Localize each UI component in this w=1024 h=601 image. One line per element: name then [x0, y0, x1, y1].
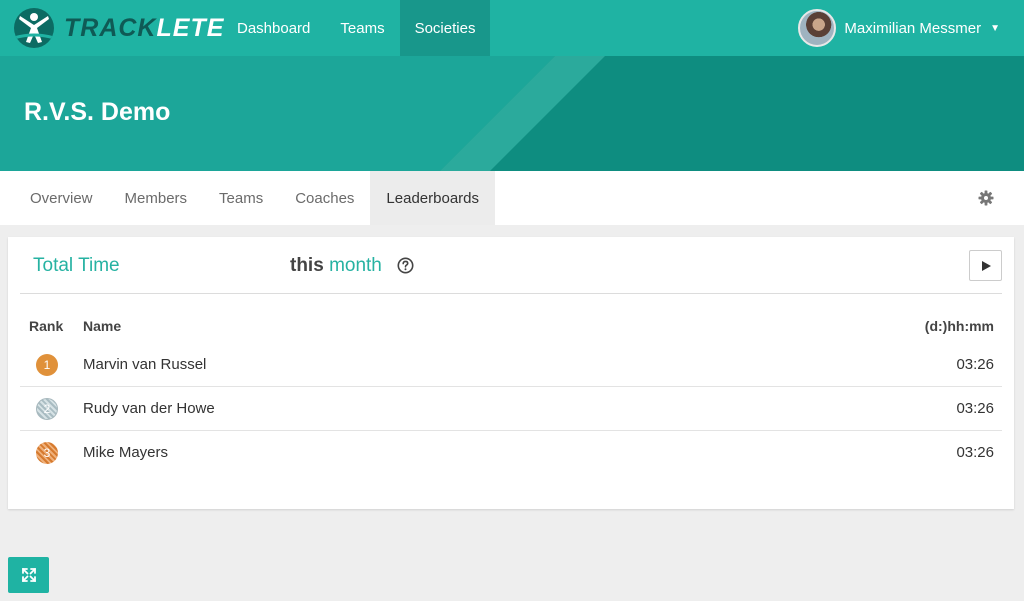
total-time: 03:26 — [956, 444, 994, 461]
logo-wordmark-part2: LETE — [156, 13, 225, 42]
gear-icon[interactable] — [978, 190, 994, 206]
society-tabs: Overview Members Teams Coaches Leaderboa… — [0, 171, 1024, 225]
play-icon — [981, 260, 991, 271]
column-header-name: Name — [83, 318, 122, 334]
rank-medal-gold: 1 — [36, 354, 58, 376]
logo-wordmark-part1: TRACK — [64, 13, 157, 42]
tab-members[interactable]: Members — [109, 171, 204, 225]
fullscreen-button[interactable] — [8, 557, 49, 593]
period-selector: this month — [290, 255, 382, 277]
avatar — [798, 9, 837, 47]
leaderboard-card: Total Time this month Rank Name (d:)hh:m… — [8, 237, 1014, 509]
column-header-time: (d:)hh:mm — [924, 318, 994, 334]
athlete-name[interactable]: Marvin van Russel — [83, 356, 206, 373]
tab-overview[interactable]: Overview — [0, 171, 109, 225]
play-button[interactable] — [969, 250, 1002, 281]
user-name: Maximilian Messmer — [844, 19, 982, 37]
society-banner: R.V.S. Demo — [0, 56, 1024, 171]
table-row: 3 Mike Mayers 03:26 — [20, 431, 1002, 475]
table-row: 1 Marvin van Russel 03:26 — [20, 343, 1002, 387]
athlete-name[interactable]: Rudy van der Howe — [83, 400, 215, 417]
question-circle-icon[interactable] — [397, 257, 414, 274]
nav-societies[interactable]: Societies — [399, 0, 491, 56]
nav-dashboard[interactable]: Dashboard — [222, 0, 325, 56]
total-time: 03:26 — [956, 356, 994, 373]
expand-icon — [21, 568, 36, 582]
logo-wordmark: TRACKLETE — [64, 14, 224, 43]
column-header-rank: Rank — [29, 318, 64, 334]
metric-selector[interactable]: Total Time — [33, 255, 120, 277]
main-nav: Dashboard Teams Societies — [222, 0, 491, 56]
user-menu[interactable]: Maximilian Messmer ▼ — [798, 0, 1000, 56]
tab-leaderboards[interactable]: Leaderboards — [370, 171, 495, 225]
logo-athlete-icon — [14, 8, 54, 48]
leaderboard-header: Total Time this month — [20, 237, 1002, 294]
app-logo[interactable]: TRACKLETE — [14, 8, 224, 48]
nav-teams[interactable]: Teams — [325, 0, 399, 56]
page-title: R.V.S. Demo — [24, 98, 171, 126]
tab-coaches[interactable]: Coaches — [279, 171, 370, 225]
rank-medal-bronze: 3 — [36, 442, 58, 464]
period-value[interactable]: month — [329, 255, 382, 276]
rank-medal-silver: 2 — [36, 398, 58, 420]
tab-teams[interactable]: Teams — [203, 171, 279, 225]
period-prefix: this — [290, 255, 324, 276]
athlete-name[interactable]: Mike Mayers — [83, 444, 168, 461]
caret-down-icon: ▼ — [990, 22, 1000, 34]
table-row: 2 Rudy van der Howe 03:26 — [20, 387, 1002, 431]
total-time: 03:26 — [956, 400, 994, 417]
top-navbar: TRACKLETE Dashboard Teams Societies Maxi… — [0, 0, 1024, 56]
